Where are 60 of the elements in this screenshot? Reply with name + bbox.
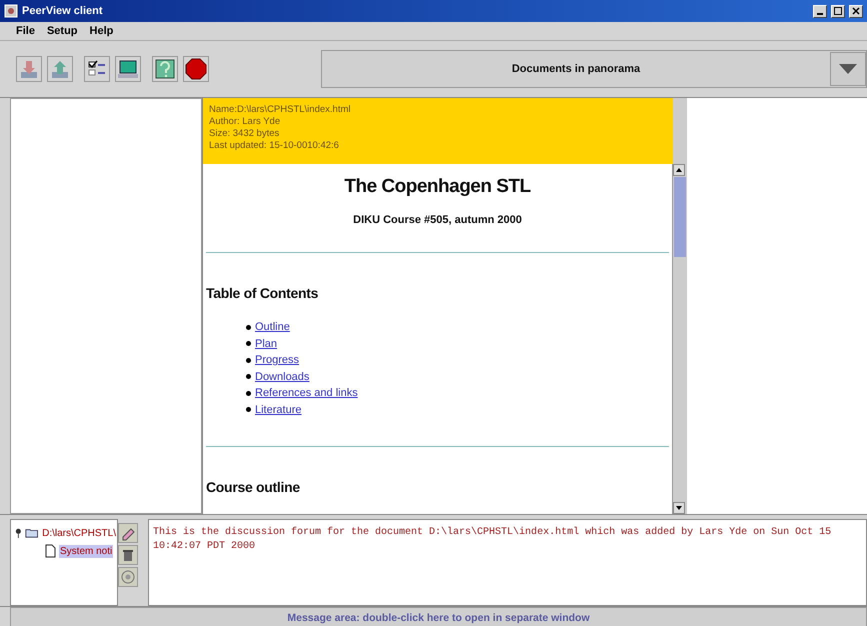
bullet-icon bbox=[246, 358, 251, 363]
pin-icon bbox=[15, 527, 22, 539]
app-icon bbox=[4, 4, 18, 18]
info-line: Last updated: 15-10-0010:42:6 bbox=[209, 140, 340, 151]
maximize-button[interactable] bbox=[831, 4, 845, 18]
menu-item[interactable]: Help bbox=[90, 25, 114, 37]
bullet-icon bbox=[246, 324, 251, 330]
reply-button[interactable] bbox=[118, 567, 138, 587]
window-title: PeerView client bbox=[22, 5, 104, 17]
help-button[interactable] bbox=[152, 56, 178, 82]
trash-icon bbox=[120, 547, 136, 563]
maximize-icon bbox=[834, 7, 842, 15]
toc-link[interactable]: Plan bbox=[255, 338, 278, 350]
tree-item[interactable]: D:\lars\CPHSTL\ bbox=[41, 526, 117, 540]
down-arrow-icon bbox=[676, 506, 682, 510]
bullet-icon bbox=[246, 374, 251, 380]
section-heading: Table of Contents bbox=[206, 285, 320, 301]
info-line: Author: Lars Yde bbox=[209, 116, 282, 127]
info-line: Name:D:\lars\CPHSTL\index.html bbox=[209, 104, 352, 115]
section-heading: Course outline bbox=[206, 479, 301, 495]
status-bar[interactable]: Message area: double-click here to open in separate window bbox=[10, 607, 867, 626]
caret-icon bbox=[838, 63, 858, 75]
computer-icon bbox=[117, 58, 139, 80]
checklist-button[interactable] bbox=[84, 56, 110, 82]
document-icon bbox=[45, 544, 56, 558]
toc-link[interactable]: Progress bbox=[255, 354, 300, 366]
tree-item[interactable]: System noti bbox=[59, 544, 114, 558]
menu-item[interactable]: File bbox=[16, 25, 35, 37]
menu-item[interactable]: Setup bbox=[46, 25, 78, 37]
toc-link[interactable]: References and links bbox=[255, 387, 358, 400]
page-title: The Copenhagen STL bbox=[343, 176, 532, 198]
toc-link[interactable]: Outline bbox=[255, 321, 290, 334]
delete-button[interactable] bbox=[118, 545, 138, 565]
scrollbar[interactable] bbox=[672, 164, 687, 514]
panorama-dropdown[interactable]: Documents in panorama bbox=[321, 50, 867, 88]
computer-button[interactable] bbox=[115, 56, 141, 82]
scroll-down-button[interactable] bbox=[673, 502, 685, 514]
toc-link[interactable]: Literature bbox=[255, 404, 302, 416]
disc-icon bbox=[120, 569, 136, 585]
edit-button[interactable] bbox=[118, 523, 138, 543]
dropdown-button[interactable] bbox=[830, 52, 866, 86]
stop-button[interactable] bbox=[183, 56, 209, 82]
bullet-icon bbox=[246, 407, 251, 412]
bullet-icon bbox=[246, 341, 251, 346]
scroll-up-button[interactable] bbox=[673, 164, 685, 176]
message-text: This is the discussion forum for the document D:\lars\CPHSTL\index.html which was added by Lars Yde on Sun Oct 15 10:42:07 PDT 2000 bbox=[148, 519, 867, 606]
close-button[interactable] bbox=[849, 4, 863, 18]
minimize-button[interactable] bbox=[813, 4, 827, 18]
upload-icon bbox=[49, 58, 71, 80]
page-subtitle: DIKU Course #505, autumn 2000 bbox=[352, 214, 523, 226]
bullet-icon bbox=[246, 390, 251, 396]
stop-icon bbox=[185, 58, 207, 80]
download-icon bbox=[18, 58, 40, 80]
scrollbar-thumb[interactable] bbox=[674, 177, 686, 257]
up-arrow-icon bbox=[676, 168, 682, 172]
help-icon bbox=[154, 58, 176, 80]
toc-link[interactable]: Downloads bbox=[255, 370, 310, 383]
folder-icon bbox=[24, 527, 38, 539]
close-icon bbox=[852, 7, 860, 15]
info-line: Size: 3432 bytes bbox=[209, 128, 280, 139]
